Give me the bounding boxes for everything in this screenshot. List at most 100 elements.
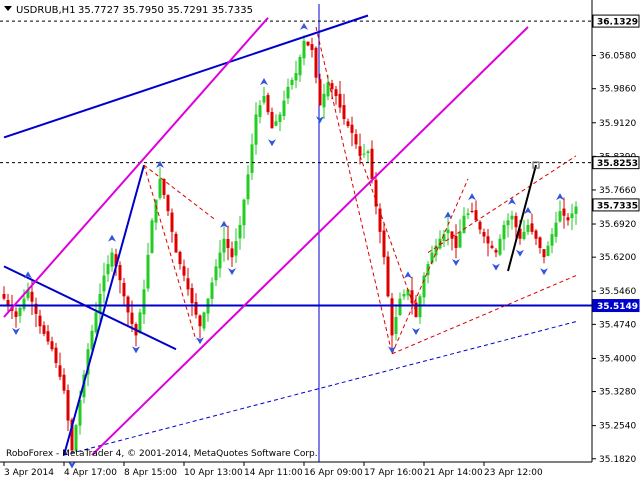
candle-bear [566, 217, 570, 221]
candle-bear [266, 95, 270, 113]
candle-bull [446, 229, 450, 234]
candle-bull [286, 86, 290, 99]
candle-bear [494, 249, 498, 253]
price-tag-label: 35.8253 [597, 159, 638, 169]
candle-bull [202, 312, 206, 329]
candle-bull [558, 211, 562, 222]
candle-bull [322, 93, 326, 108]
candle-bull [74, 425, 78, 451]
candle-bear [178, 251, 182, 265]
candle-bull [550, 234, 554, 246]
candle-bear [390, 298, 394, 336]
candle-bear [226, 238, 230, 248]
candle-bear [186, 278, 190, 290]
candle-bull [362, 153, 366, 155]
candle-bull [142, 289, 146, 315]
candle-bear [346, 121, 350, 126]
candle-bear [538, 237, 542, 248]
candle-bear [174, 233, 178, 253]
candle-bull [110, 252, 114, 267]
candle-bear [162, 178, 166, 196]
candle-bear [58, 365, 62, 377]
x-tick-label: 8 Apr 15:00 [124, 468, 177, 478]
candle-bear [318, 79, 322, 106]
x-tick-label: 23 Apr 12:00 [484, 468, 543, 478]
candle-bull [146, 254, 150, 289]
candle-bull [294, 73, 298, 81]
candle-bear [350, 124, 354, 133]
candle-bull [366, 151, 370, 154]
candle-bear [122, 282, 126, 297]
candle-bull [158, 178, 162, 198]
candle-bull [418, 296, 422, 318]
candle-bear [314, 47, 318, 78]
price-tag-label: 35.5149 [597, 302, 638, 312]
candle-bear [50, 341, 54, 350]
candle-bear [130, 312, 134, 324]
candle-bull [210, 282, 214, 299]
candle-bear [482, 231, 486, 237]
candle-bear [46, 331, 50, 342]
candle-bear [170, 212, 174, 232]
candle-bull [506, 220, 510, 226]
candle-bull [298, 56, 302, 76]
candle-bull [466, 213, 470, 216]
y-tick-label: 35.2540 [599, 422, 636, 432]
candle-bull [242, 199, 246, 226]
candle-bull [278, 114, 282, 122]
x-tick-label: 4 Apr 17:00 [64, 468, 117, 478]
candle-bull [522, 231, 526, 239]
y-tick-label: 35.5460 [599, 287, 636, 297]
candle-bull [234, 241, 238, 256]
candle-bear [490, 245, 494, 248]
candle-bull [282, 100, 286, 116]
candle-bear [474, 210, 478, 221]
candle-bear [450, 231, 454, 239]
y-tick-label: 35.4740 [599, 320, 636, 330]
x-tick-label: 21 Apr 14:00 [424, 468, 483, 478]
candle-bull [526, 224, 530, 232]
candle-bear [2, 294, 6, 299]
candle-bull [106, 264, 110, 275]
candle-bull [154, 199, 158, 223]
candle-bull [402, 293, 406, 297]
candle-bull [462, 215, 466, 233]
candle-bull [218, 252, 222, 269]
candle-bull [394, 317, 398, 335]
candle-bull [510, 215, 514, 220]
chart-symbol: USDRUB,H1 [16, 5, 76, 16]
price-chart[interactable]: 36.058035.986035.912035.839035.766035.69… [0, 0, 640, 480]
candle-bull [150, 220, 154, 254]
candle-bull [98, 293, 102, 314]
candle-bear [118, 265, 122, 281]
candle-bear [6, 300, 10, 305]
candle-bear [198, 315, 202, 327]
candle-bull [422, 275, 426, 298]
candle-bear [270, 112, 274, 129]
x-tick-label: 17 Apr 16:00 [364, 468, 423, 478]
candle-bear [338, 93, 342, 108]
candle-bear [330, 83, 334, 90]
candle-bull [246, 174, 250, 200]
candle-bear [562, 208, 566, 216]
candle-bear [306, 41, 310, 46]
candle-bull [262, 96, 266, 103]
y-tick-label: 35.6920 [599, 220, 636, 230]
candle-bear [30, 291, 34, 302]
candle-bull [138, 312, 142, 334]
candle-bear [126, 296, 130, 313]
candle-bear [66, 390, 70, 421]
chart-ohlc: 35.7727 35.7950 35.7291 35.7335 [78, 5, 253, 16]
candle-bear [166, 195, 170, 212]
x-tick-label: 3 Apr 2014 [4, 468, 54, 478]
candle-bull [102, 275, 106, 292]
candle-bear [370, 148, 374, 179]
candle-bull [398, 298, 402, 315]
x-tick-label: 10 Apr 13:00 [184, 468, 243, 478]
price-tag-label: 35.7335 [597, 201, 638, 211]
candle-bull [546, 245, 550, 256]
candle-bear [382, 230, 386, 258]
candle-bull [302, 40, 306, 59]
y-tick-label: 35.1820 [599, 455, 636, 465]
candle-bear [310, 44, 314, 51]
